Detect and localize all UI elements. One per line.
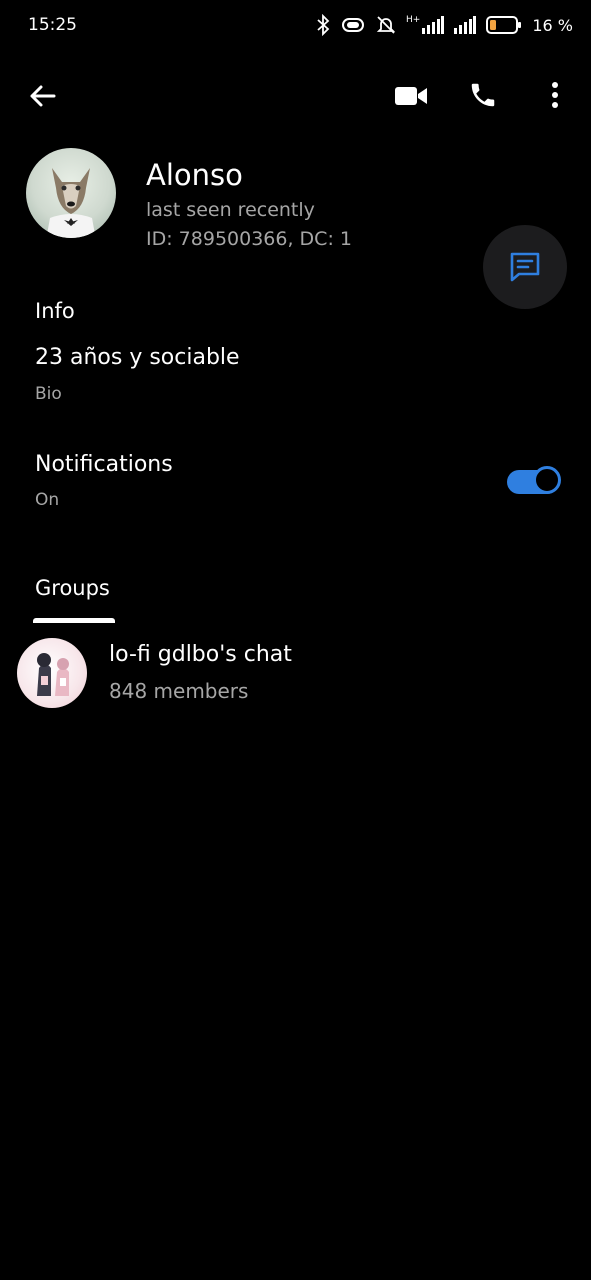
group-members: 848 members bbox=[109, 679, 249, 703]
group-avatar bbox=[17, 638, 87, 708]
more-options-button[interactable] bbox=[538, 74, 572, 116]
signal-icon bbox=[454, 16, 477, 34]
arrow-back-icon bbox=[30, 85, 56, 107]
signal-icon bbox=[422, 16, 445, 34]
list-item[interactable]: lo-fi gdlbo's chat 848 members bbox=[0, 632, 591, 714]
phone-call-icon bbox=[471, 83, 495, 107]
info-section-title: Info bbox=[35, 299, 75, 323]
vibrate-icon bbox=[342, 18, 365, 32]
notifications-state: On bbox=[35, 490, 60, 510]
video-call-icon bbox=[395, 87, 427, 105]
network-type: H+ bbox=[406, 15, 421, 25]
profile-name: Alonso bbox=[146, 158, 243, 192]
group-avatar-image bbox=[37, 653, 69, 696]
tab-indicator bbox=[33, 618, 115, 623]
battery-icon bbox=[486, 16, 522, 34]
tab-groups[interactable]: Groups bbox=[35, 576, 110, 600]
last-seen-status: last seen recently bbox=[146, 199, 315, 221]
wolf-avatar-image bbox=[46, 168, 96, 238]
alarm-off-icon bbox=[376, 16, 396, 34]
send-message-button[interactable] bbox=[483, 225, 567, 309]
back-button[interactable] bbox=[22, 76, 62, 116]
avatar[interactable] bbox=[26, 148, 116, 238]
more-vertical-icon bbox=[552, 82, 558, 108]
notifications-title[interactable]: Notifications bbox=[35, 452, 173, 477]
bio-label: Bio bbox=[35, 384, 62, 404]
video-call-button[interactable] bbox=[390, 76, 432, 116]
bio-value[interactable]: 23 años y sociable bbox=[35, 345, 240, 370]
message-icon bbox=[510, 252, 540, 282]
notifications-toggle[interactable] bbox=[507, 466, 561, 494]
battery-percent: 16 % bbox=[532, 15, 573, 35]
status-time: 15:25 bbox=[28, 15, 77, 35]
toggle-knob bbox=[533, 466, 561, 494]
group-name: lo-fi gdlbo's chat bbox=[109, 642, 292, 667]
voice-call-button[interactable] bbox=[462, 74, 504, 116]
status-icons: H+ 16 % bbox=[316, 14, 573, 36]
user-id: ID: 789500366, DC: 1 bbox=[146, 228, 352, 250]
bluetooth-icon bbox=[317, 14, 330, 36]
